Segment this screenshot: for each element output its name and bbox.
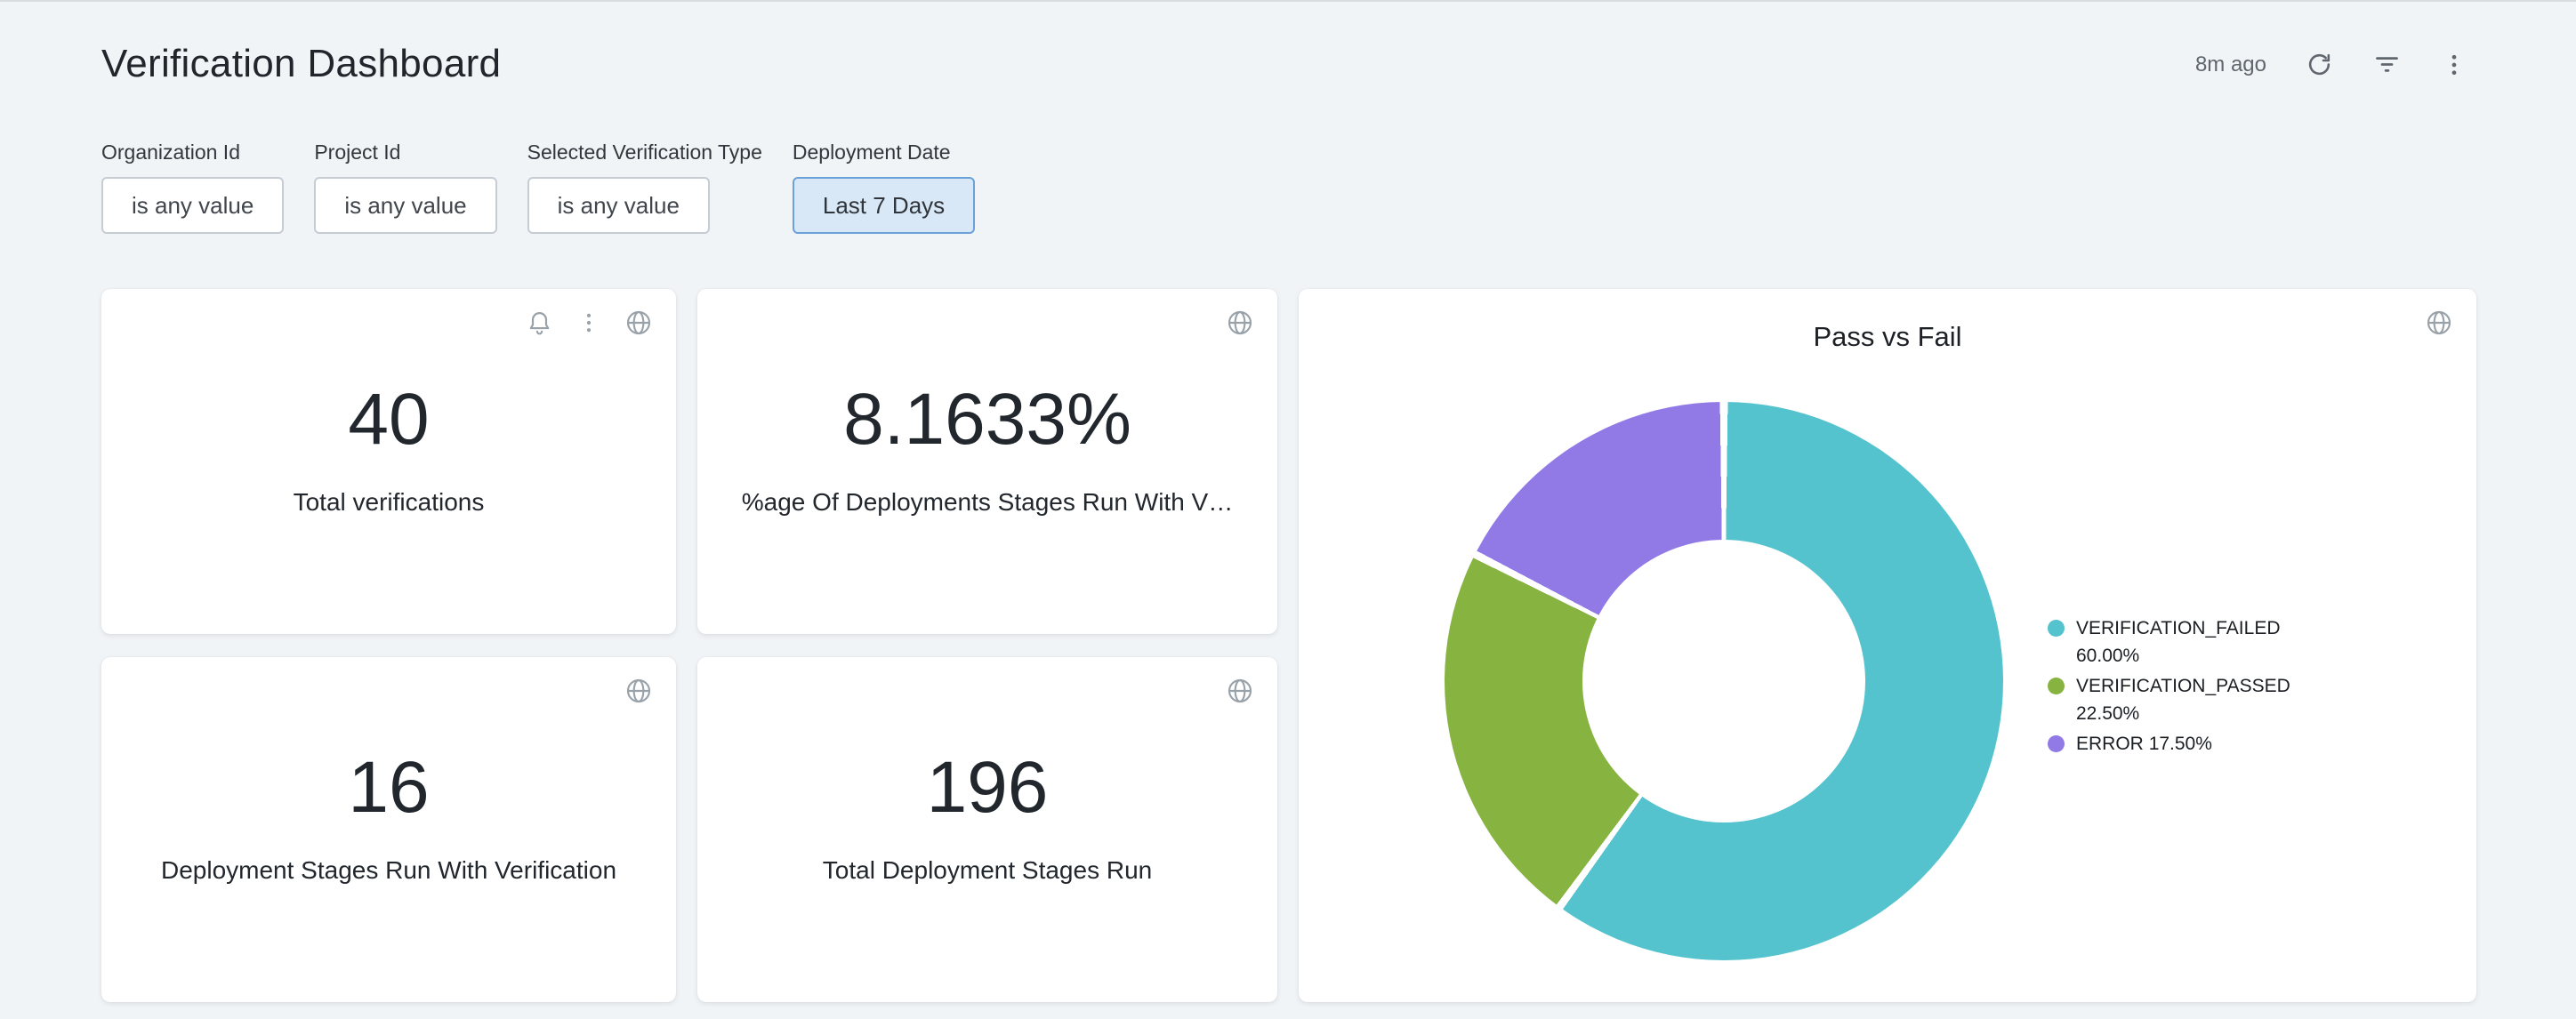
legend-pct: 22.50% — [2076, 703, 2139, 724]
globe-icon[interactable] — [624, 677, 653, 705]
filter-deployment-date: Deployment Date Last 7 Days — [793, 137, 975, 234]
legend-dot — [2048, 735, 2065, 752]
dashboard-header: Verification Dashboard 8m ago — [0, 2, 2576, 85]
last-refresh-time: 8m ago — [2195, 52, 2266, 77]
page-title: Verification Dashboard — [101, 43, 501, 85]
globe-icon[interactable] — [1226, 677, 1254, 705]
tile-icons — [624, 677, 653, 705]
legend-item-verification-failed[interactable]: VERIFICATION_FAILED 60.00% — [2048, 614, 2330, 670]
tile-value: 40 — [348, 383, 429, 456]
filter-label: Organization Id — [101, 137, 284, 163]
filter-label: Selected Verification Type — [527, 137, 762, 163]
tile-icons — [1226, 309, 1254, 337]
tile-deployment-stages-run-with-verification: 16 Deployment Stages Run With Verificati… — [101, 657, 676, 1002]
tile-value: 16 — [348, 751, 429, 824]
legend-label: ERROR — [2076, 734, 2144, 754]
tile-total-deployment-stages-run: 196 Total Deployment Stages Run — [697, 657, 1277, 1002]
tile-label: %age Of Deployments Stages Run With V… — [742, 488, 1233, 517]
tile-label: Total Deployment Stages Run — [823, 856, 1152, 885]
filter-selected-verification-type: Selected Verification Type is any value — [527, 137, 762, 234]
legend-dot — [2048, 620, 2065, 637]
filter-organization-id-value[interactable]: is any value — [101, 177, 284, 234]
legend-text: VERIFICATION_PASSED 22.50% — [2076, 672, 2330, 727]
tile-value: 196 — [927, 751, 1049, 824]
tile-label: Total verifications — [294, 488, 485, 517]
filter-bar: Organization Id is any value Project Id … — [0, 137, 2576, 234]
chart-card-icons — [2425, 309, 2453, 337]
tile-icons — [526, 309, 653, 337]
legend-item-verification-passed[interactable]: VERIFICATION_PASSED 22.50% — [2048, 672, 2330, 727]
alert-bell-icon[interactable] — [526, 309, 553, 337]
filter-organization-id: Organization Id is any value — [101, 137, 284, 234]
legend-label: VERIFICATION_PASSED — [2076, 676, 2290, 696]
tile-percent-deployments-stages-with-verification: 8.1633% %age Of Deployments Stages Run W… — [697, 289, 1277, 634]
tile-icons — [1226, 677, 1254, 705]
globe-icon[interactable] — [624, 309, 653, 337]
filter-icon[interactable] — [2372, 50, 2402, 79]
kebab-menu-icon[interactable] — [2441, 52, 2467, 78]
grid-column-2: 8.1633% %age Of Deployments Stages Run W… — [697, 289, 1277, 1002]
filter-project-id-value[interactable]: is any value — [314, 177, 496, 234]
kebab-menu-icon[interactable] — [576, 310, 601, 335]
legend-pct: 60.00% — [2076, 646, 2139, 666]
legend-pct: 17.50% — [2149, 734, 2212, 754]
tile-total-verifications: 40 Total verifications — [101, 289, 676, 634]
chart-title: Pass vs Fail — [1299, 321, 2476, 353]
grid-column-1: 40 Total verifications 16 Deployment Sta… — [101, 289, 676, 1002]
refresh-icon[interactable] — [2306, 51, 2333, 78]
filter-project-id: Project Id is any value — [314, 137, 496, 234]
chart-legend: VERIFICATION_FAILED 60.00% VERIFICATION_… — [2048, 614, 2330, 758]
legend-item-error[interactable]: ERROR 17.50% — [2048, 730, 2330, 758]
globe-icon[interactable] — [2425, 309, 2453, 337]
donut-chart[interactable] — [1445, 402, 2003, 960]
pass-vs-fail-chart-card: Pass vs Fail VERIFICATION_FAILED 60.00% … — [1299, 289, 2476, 1002]
tile-value: 8.1633% — [843, 383, 1131, 456]
dashboard-page: Verification Dashboard 8m ago Orga — [0, 0, 2576, 1019]
filter-deployment-date-value[interactable]: Last 7 Days — [793, 177, 975, 234]
legend-dot — [2048, 678, 2065, 694]
legend-text: ERROR 17.50% — [2076, 730, 2212, 758]
filter-label: Deployment Date — [793, 137, 975, 163]
dashboard-grid: 40 Total verifications 16 Deployment Sta… — [0, 289, 2576, 1002]
tile-label: Deployment Stages Run With Verification — [161, 856, 616, 885]
filter-label: Project Id — [314, 137, 496, 163]
globe-icon[interactable] — [1226, 309, 1254, 337]
filter-selected-verification-type-value[interactable]: is any value — [527, 177, 710, 234]
header-actions: 8m ago — [2195, 50, 2467, 79]
legend-text: VERIFICATION_FAILED 60.00% — [2076, 614, 2330, 670]
legend-label: VERIFICATION_FAILED — [2076, 618, 2281, 638]
